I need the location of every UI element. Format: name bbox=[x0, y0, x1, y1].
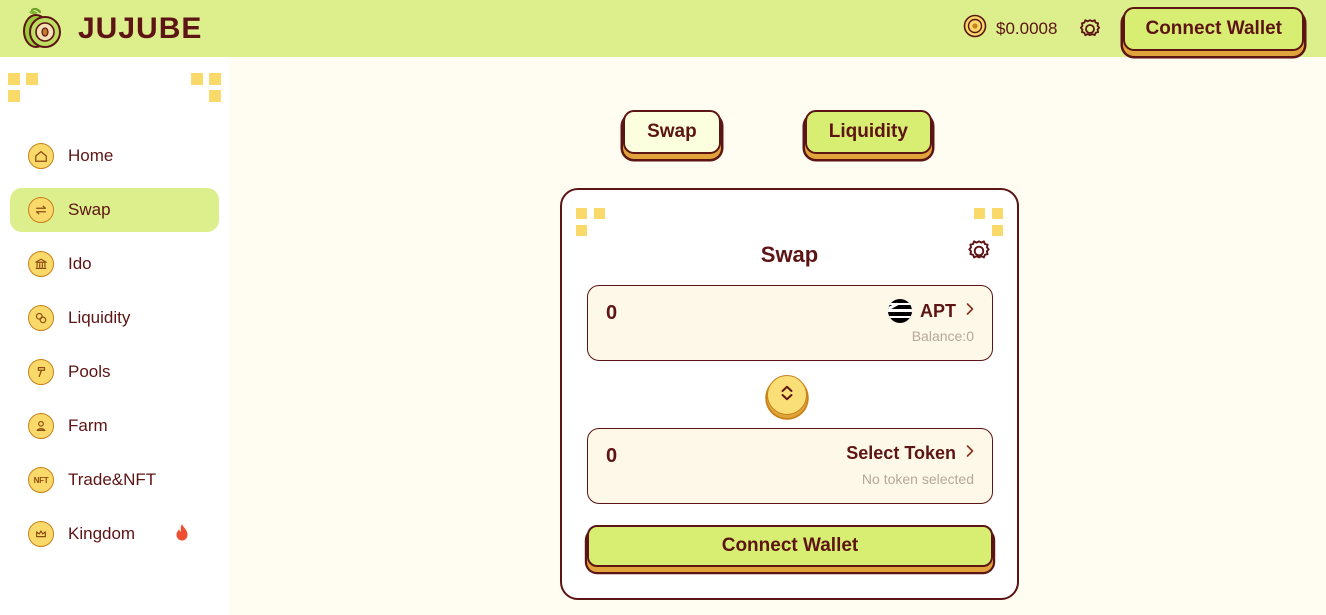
sidebar-item-home[interactable]: Home bbox=[10, 134, 219, 178]
token-price: $0.0008 bbox=[963, 14, 1057, 43]
to-balance-text: No token selected bbox=[861, 471, 974, 487]
jujube-fruit-icon bbox=[18, 7, 66, 51]
sidebar-item-farm[interactable]: Farm bbox=[10, 404, 219, 448]
to-token-symbol: Select Token bbox=[846, 443, 956, 463]
sidebar-item-label: Ido bbox=[68, 254, 92, 273]
chevron-right-icon bbox=[964, 300, 976, 323]
gear-icon[interactable] bbox=[965, 237, 993, 265]
main-content: Swap Liquidity Swap 0 APT Balance:0 0 Se… bbox=[229, 57, 1326, 615]
sidebar-item-ido[interactable]: Ido bbox=[10, 242, 219, 286]
sidebar-item-label: Liquidity bbox=[68, 308, 131, 327]
aptos-logo-icon bbox=[888, 299, 912, 323]
to-token-selector[interactable]: Select Token bbox=[846, 442, 976, 465]
pools-icon bbox=[28, 359, 54, 385]
swap-card-header: Swap bbox=[562, 240, 1017, 268]
mode-tabs: Swap Liquidity bbox=[229, 110, 1326, 154]
tab-liquidity[interactable]: Liquidity bbox=[804, 110, 932, 154]
token-price-value: $0.0008 bbox=[996, 18, 1058, 38]
to-amount-input[interactable]: 0 bbox=[606, 445, 617, 468]
sidebar-item-label: Home bbox=[68, 146, 114, 165]
from-token-symbol: APT bbox=[920, 300, 956, 321]
app-root: JUJUBE $0.0008 Connect Wallet Home Swap … bbox=[0, 0, 1326, 615]
farm-icon bbox=[28, 413, 54, 439]
swap-vertical-icon bbox=[777, 382, 797, 409]
bank-icon bbox=[28, 251, 54, 277]
tab-swap[interactable]: Swap bbox=[623, 110, 721, 154]
pixel-decoration-right bbox=[183, 73, 221, 102]
sidebar-nav: Home Swap Ido Liquidity Pools Farm NFT T… bbox=[0, 134, 229, 566]
pixel-decoration-left bbox=[8, 73, 46, 102]
from-token-selector[interactable]: APT bbox=[888, 299, 976, 323]
nft-icon: NFT bbox=[28, 467, 54, 493]
connect-wallet-button-header[interactable]: Connect Wallet bbox=[1123, 6, 1304, 51]
sidebar-item-liquidity[interactable]: Liquidity bbox=[10, 296, 219, 340]
app-header: JUJUBE $0.0008 Connect Wallet bbox=[0, 0, 1326, 57]
chevron-right-icon bbox=[964, 442, 976, 465]
sidebar-item-swap[interactable]: Swap bbox=[10, 188, 219, 232]
flame-badge bbox=[173, 523, 191, 544]
swap-to-box: 0 Select Token No token selected bbox=[587, 428, 993, 504]
from-amount-input[interactable]: 0 bbox=[606, 302, 617, 325]
crown-icon bbox=[28, 521, 54, 547]
sidebar-item-label: Kingdom bbox=[68, 524, 136, 543]
connect-wallet-button-card[interactable]: Connect Wallet bbox=[587, 525, 993, 567]
sidebar-item-trade-nft[interactable]: NFT Trade&NFT bbox=[10, 458, 219, 502]
brand-name: JUJUBE bbox=[78, 11, 203, 45]
sidebar-item-label: Swap bbox=[68, 200, 111, 219]
sidebar-item-pools[interactable]: Pools bbox=[10, 350, 219, 394]
sidebar-item-kingdom[interactable]: Kingdom bbox=[10, 512, 219, 556]
sidebar-item-label: Trade&NFT bbox=[68, 470, 157, 489]
pixel-decoration-right bbox=[965, 208, 1003, 236]
brand[interactable]: JUJUBE bbox=[18, 7, 202, 51]
from-balance-text: Balance:0 bbox=[911, 328, 974, 344]
token-coin-icon bbox=[963, 14, 987, 43]
page-title: Swap bbox=[760, 242, 819, 267]
home-icon bbox=[28, 143, 54, 169]
swap-card: Swap 0 APT Balance:0 0 Select Token No t… bbox=[560, 188, 1019, 600]
sidebar-item-label: Pools bbox=[68, 362, 111, 381]
liquidity-icon bbox=[28, 305, 54, 331]
pixel-decoration-left bbox=[576, 208, 614, 236]
swap-from-box: 0 APT Balance:0 bbox=[587, 285, 993, 361]
header-actions: $0.0008 Connect Wallet bbox=[963, 6, 1310, 51]
swap-direction-button[interactable] bbox=[767, 375, 807, 415]
swap-icon bbox=[28, 197, 54, 223]
sidebar-item-label: Farm bbox=[68, 416, 108, 435]
sidebar: Home Swap Ido Liquidity Pools Farm NFT T… bbox=[0, 57, 229, 615]
gear-icon[interactable] bbox=[1077, 16, 1103, 42]
